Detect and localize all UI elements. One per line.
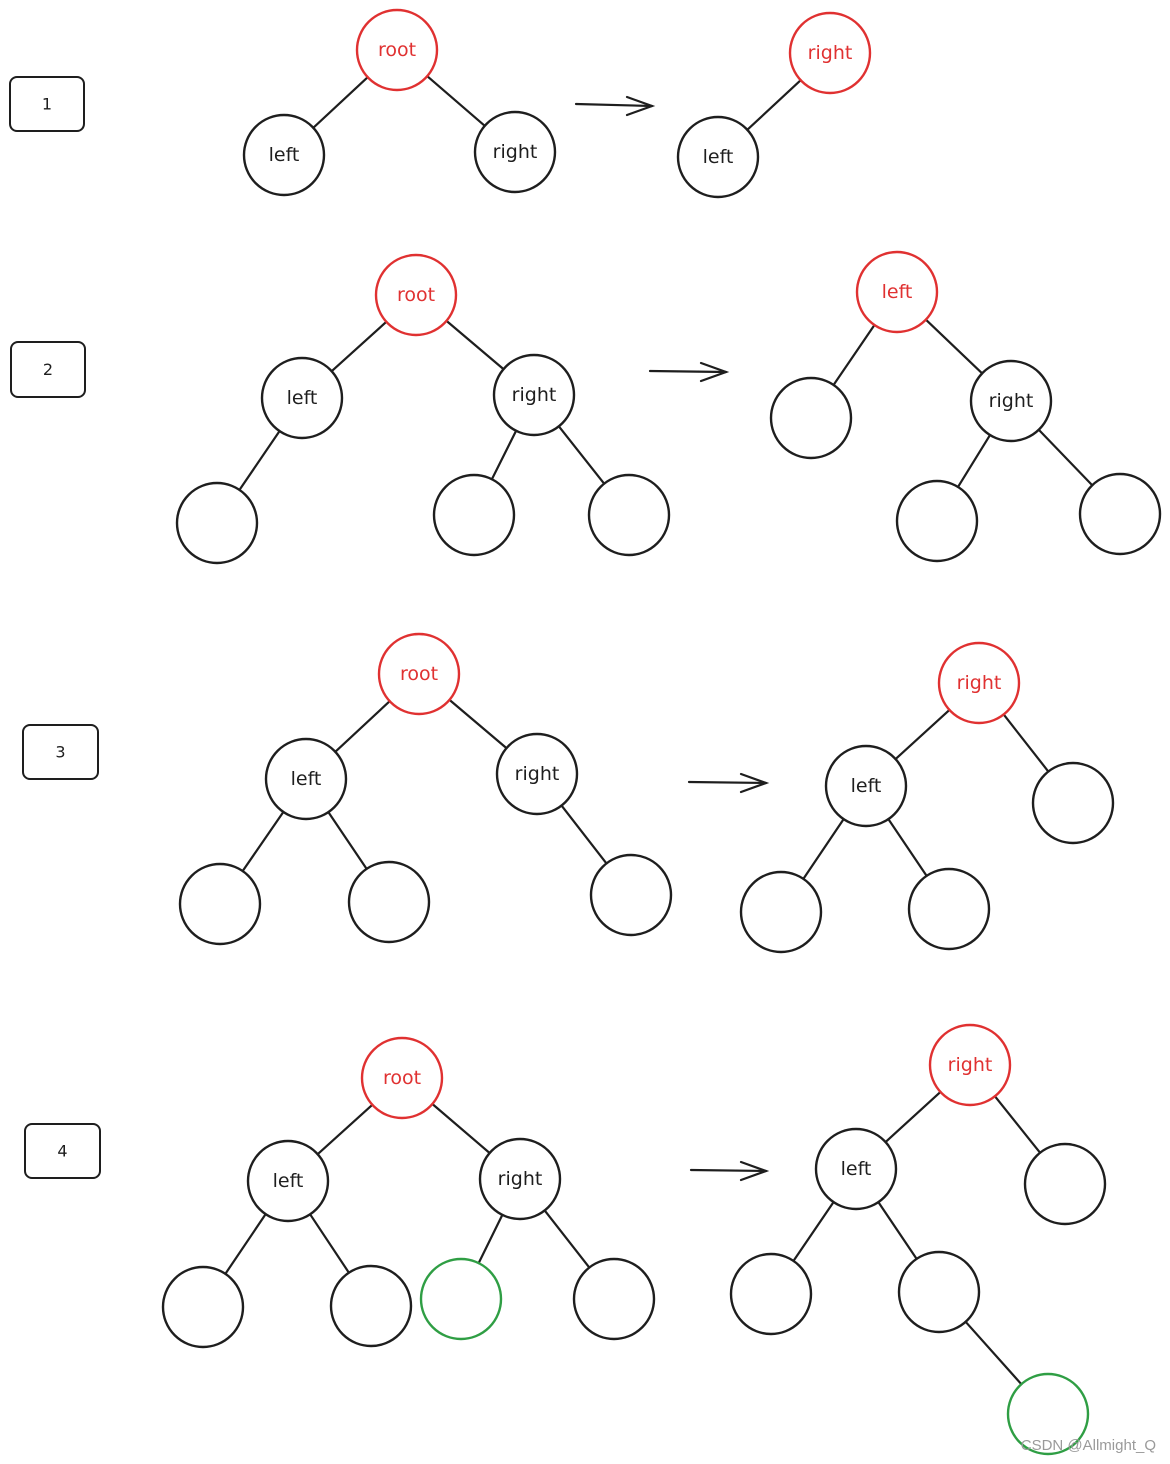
empty-node	[587, 473, 671, 557]
node-label-left: left	[273, 1170, 304, 1192]
empty-node	[178, 862, 262, 946]
tree-edge	[426, 75, 486, 127]
tree-edge	[924, 318, 984, 375]
node-label-left: left	[287, 387, 318, 409]
tree-edge	[238, 429, 281, 492]
tree-edge	[490, 429, 518, 481]
tree-rotation-diagram: root left right right left root left right left r…	[9, 8, 1162, 1456]
node-label-left: left	[703, 146, 734, 168]
step-label: 1	[42, 95, 52, 114]
tree-edge	[309, 1213, 350, 1274]
tree-edge	[445, 319, 505, 371]
tree-edge	[956, 433, 992, 489]
tree-edge	[224, 1213, 267, 1275]
tree-edge	[746, 79, 802, 131]
tree-edge	[832, 323, 876, 387]
tree-edge	[964, 1320, 1023, 1386]
tree-edge	[792, 1200, 835, 1263]
empty-node	[329, 1264, 413, 1348]
empty-node	[572, 1257, 656, 1341]
tree-edge	[894, 708, 951, 761]
tree-edge	[327, 811, 368, 870]
tree-edge	[560, 804, 608, 865]
tree-edge	[877, 1201, 918, 1260]
watermark: CSDN @Allmight_Q	[1020, 1437, 1156, 1454]
arrow-icon	[687, 780, 768, 785]
empty-node	[897, 1250, 981, 1334]
node-label-right: right	[493, 141, 538, 163]
empty-node	[175, 481, 259, 565]
inserted-node	[419, 1257, 503, 1341]
arrow-icon	[648, 369, 728, 374]
node-label-right: right	[989, 390, 1034, 412]
node-label-right: right	[948, 1054, 993, 1076]
empty-node	[1031, 761, 1115, 845]
empty-node	[161, 1265, 245, 1349]
empty-node	[432, 473, 516, 557]
empty-node	[729, 1252, 813, 1336]
tree-edge	[334, 700, 391, 753]
tree-edge	[557, 425, 606, 485]
node-label-right: right	[512, 384, 557, 406]
tree-edge	[431, 1102, 491, 1155]
tree-edge	[448, 698, 508, 750]
node-label-left: left	[851, 775, 882, 797]
step-label: 4	[57, 1142, 67, 1161]
node-label-root: root	[383, 1067, 421, 1089]
tree-edge	[312, 76, 369, 129]
node-label-root: root	[400, 663, 438, 685]
tree-edge	[1037, 428, 1094, 487]
tree-edge	[316, 1103, 374, 1156]
tree-edge	[884, 1090, 942, 1144]
step-label: 3	[55, 743, 65, 762]
node-label-left: left	[882, 281, 913, 303]
node-label-right: right	[808, 42, 853, 64]
tree-edge	[1002, 713, 1050, 773]
tree-edge	[543, 1209, 591, 1269]
empty-node	[1078, 472, 1162, 556]
tree-edge	[241, 810, 285, 873]
tree-edge	[993, 1095, 1042, 1154]
arrow-icon	[689, 1168, 768, 1173]
tree-edge	[887, 818, 928, 877]
node-label-right: right	[498, 1168, 543, 1190]
empty-node	[347, 860, 431, 944]
empty-node	[589, 853, 673, 937]
step-label: 2	[43, 360, 53, 379]
diagram-canvas: root left right right left root left right left r…	[0, 0, 1170, 1464]
tree-edge	[330, 320, 388, 373]
node-label-left: left	[269, 144, 300, 166]
tree-edge	[477, 1213, 504, 1265]
node-label-left: left	[291, 768, 322, 790]
node-label-left: left	[841, 1158, 872, 1180]
node-label-root: root	[378, 39, 416, 61]
empty-node	[1023, 1142, 1107, 1226]
node-label-root: root	[397, 284, 435, 306]
tree-edge	[802, 818, 845, 880]
empty-node	[769, 376, 853, 460]
empty-node	[907, 867, 991, 951]
node-label-right: right	[515, 763, 560, 785]
arrow-icon	[574, 102, 654, 108]
empty-node	[895, 479, 979, 563]
node-label-right: right	[957, 672, 1002, 694]
empty-node	[739, 870, 823, 954]
